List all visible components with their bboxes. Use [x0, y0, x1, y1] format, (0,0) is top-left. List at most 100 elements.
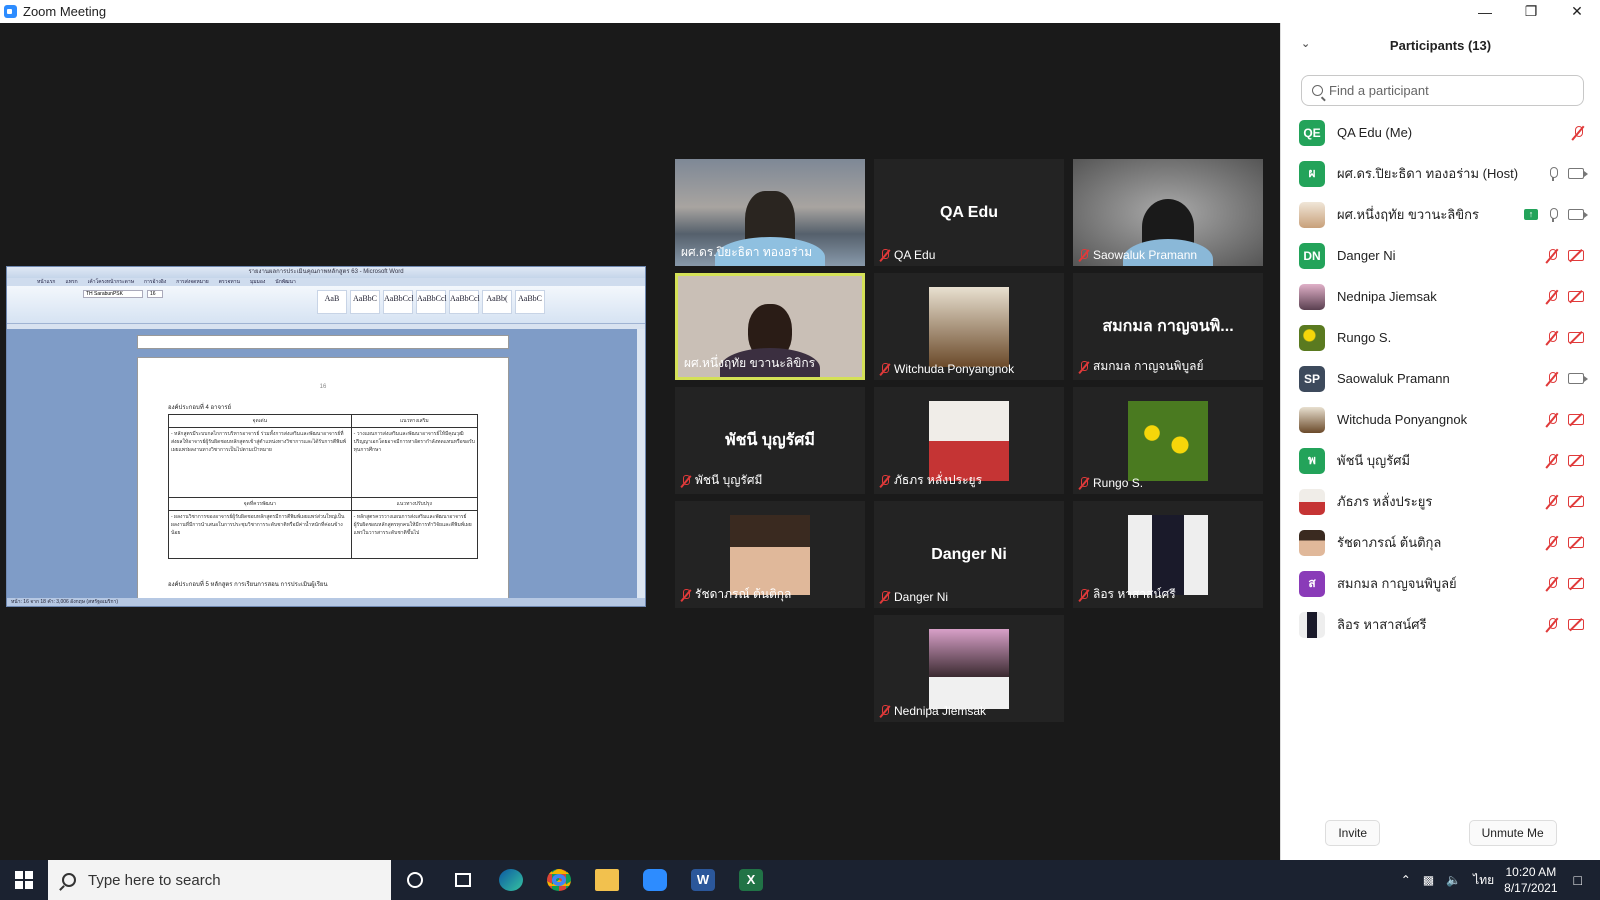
input-language[interactable]: ไทย [1473, 871, 1494, 890]
video-tile[interactable]: QA Edu QA Edu [874, 159, 1064, 266]
zoom-app-icon[interactable] [631, 860, 679, 900]
participant-name: สมกมล กาญจนพิบูลย์ [1337, 576, 1457, 591]
video-tile[interactable]: Danger Ni Danger Ni [874, 501, 1064, 608]
shared-screen[interactable]: รายงานผลการประเมินคุณภาพหลักสูตร 63 - Mi… [6, 266, 646, 607]
participant-row[interactable]: ภัธภร หลั่งประยูร [1281, 481, 1600, 522]
participant-search-input[interactable]: Find a participant [1301, 75, 1584, 106]
avatar [1299, 283, 1325, 310]
chevron-up-icon[interactable]: ⌃ [1401, 873, 1411, 887]
restore-button[interactable]: ❐ [1508, 0, 1554, 23]
video-tile[interactable]: Rungo S. [1073, 387, 1263, 494]
video-tile[interactable]: สมกมล กาญจนพิ... สมกมล กาญจนพิบูลย์ [1073, 273, 1263, 380]
task-view-icon[interactable] [439, 860, 487, 900]
video-tile[interactable]: ผศ.ดร.ปิยะธิดา ทองอร่าม [675, 159, 865, 266]
video-tile[interactable]: Nednipa Jiemsak [874, 615, 1064, 722]
word-app-icon[interactable]: W [679, 860, 727, 900]
excel-app-icon[interactable]: X [727, 860, 775, 900]
participant-row[interactable]: ลิอร หาสาสน์ศรี [1281, 604, 1600, 645]
start-button[interactable] [0, 860, 48, 900]
mic-muted-icon [681, 474, 690, 487]
mic-muted-icon[interactable] [1546, 453, 1558, 468]
video-tile[interactable]: Saowaluk Pramann [1073, 159, 1263, 266]
tile-name: QA Edu [880, 248, 935, 262]
video-tile[interactable]: รัชดาภรณ์ ต้นติกุล [675, 501, 865, 608]
participant-row[interactable]: พ พัชนี บุญรัศมี [1281, 440, 1600, 481]
mic-muted-icon [1079, 360, 1088, 373]
participant-row[interactable]: SP Saowaluk Pramann [1281, 358, 1600, 399]
mic-muted-icon[interactable] [1546, 330, 1558, 345]
mic-muted-icon[interactable] [1546, 617, 1558, 632]
camera-off-icon[interactable] [1568, 578, 1584, 589]
mic-muted-icon[interactable] [1546, 371, 1558, 386]
camera-icon[interactable] [1568, 168, 1588, 179]
video-tile[interactable]: ลิอร หาสาสน์ศรี [1073, 501, 1263, 608]
mic-muted-icon[interactable] [1572, 125, 1584, 140]
network-icon[interactable]: ▩ [1423, 873, 1434, 887]
participant-row[interactable]: Rungo S. [1281, 317, 1600, 358]
participant-row[interactable]: ส สมกมล กาญจนพิบูลย์ [1281, 563, 1600, 604]
mic-muted-icon [880, 363, 889, 375]
avatar: ผ [1299, 160, 1325, 187]
file-explorer-icon[interactable] [583, 860, 631, 900]
camera-off-icon[interactable] [1568, 537, 1584, 548]
camera-off-icon[interactable] [1568, 414, 1584, 425]
participant-row[interactable]: Witchuda Ponyangnok [1281, 399, 1600, 440]
style-swatch: AaB [317, 290, 347, 314]
volume-icon[interactable]: 🔈 [1446, 873, 1461, 887]
table-header: แนวทางเสริม [350, 414, 479, 428]
unmute-me-button[interactable]: Unmute Me [1468, 820, 1557, 846]
video-tile-active-speaker[interactable]: ผศ.หนึ่งฤทัย ขวานะลิขิกร [675, 273, 865, 380]
camera-icon[interactable] [1568, 209, 1588, 220]
table-cell: - หลักสูตรควรวางแผนการส่งเสริมและพัฒนาอา… [350, 510, 479, 559]
avatar-photo [929, 287, 1009, 367]
participant-row[interactable]: ผศ.หนึ่งฤทัย ขวานะลิขิกร ↑ [1281, 194, 1600, 235]
clock[interactable]: 10:20 AM 8/17/2021 [1504, 864, 1557, 896]
camera-off-icon[interactable] [1568, 250, 1584, 261]
notification-icon[interactable]: □ [1574, 872, 1582, 888]
mic-icon[interactable] [1548, 166, 1558, 181]
camera-icon[interactable] [1568, 373, 1588, 384]
cortana-icon[interactable] [391, 860, 439, 900]
mic-muted-icon[interactable] [1546, 248, 1558, 263]
close-button[interactable]: ✕ [1554, 0, 1600, 23]
camera-off-icon[interactable] [1568, 619, 1584, 630]
edge-app-icon[interactable] [487, 860, 535, 900]
invite-button[interactable]: Invite [1325, 820, 1380, 846]
minimize-button[interactable]: — [1462, 0, 1508, 23]
ribbon-tabs: หน้าแรก แทรก เค้าโครงหน้ากระดาษ การอ้างอ… [7, 278, 645, 286]
participant-row[interactable]: ผ ผศ.ดร.ปิยะธิดา ทองอร่าม (Host) [1281, 153, 1600, 194]
taskbar-search-box[interactable]: Type here to search [48, 860, 391, 900]
mic-muted-icon[interactable] [1546, 289, 1558, 304]
video-tile[interactable]: Witchuda Ponyangnok [874, 273, 1064, 380]
camera-off-icon[interactable] [1568, 496, 1584, 507]
font-name-box: TH SarabunPSK [83, 290, 143, 298]
participants-panel: ⌄ Participants (13) Find a participant Q… [1280, 23, 1600, 860]
chevron-down-icon[interactable]: ⌄ [1301, 37, 1310, 50]
windows-logo-icon [15, 871, 33, 889]
participant-name: Witchuda Ponyangnok [1337, 412, 1468, 427]
participant-row[interactable]: รัชดาภรณ์ ต้นติกุล [1281, 522, 1600, 563]
camera-off-icon[interactable] [1568, 455, 1584, 466]
video-tile[interactable]: ภัธภร หลั่งประยูร [874, 387, 1064, 494]
camera-off-icon[interactable] [1568, 332, 1584, 343]
mic-muted-icon[interactable] [1546, 412, 1558, 427]
page-number: 16 [319, 384, 327, 390]
participant-row[interactable]: Nednipa Jiemsak [1281, 276, 1600, 317]
camera-off-icon[interactable] [1568, 291, 1584, 302]
mic-muted-icon[interactable] [1546, 576, 1558, 591]
mic-muted-icon[interactable] [1546, 494, 1558, 509]
mic-muted-icon[interactable] [1546, 535, 1558, 550]
chrome-app-icon[interactable] [535, 860, 583, 900]
word-status-bar: หน้า: 16 จาก 18 คำ: 3,006 อังกฤษ (สหรัฐอ… [7, 598, 645, 606]
participant-name: รัชดาภรณ์ ต้นติกุล [1337, 535, 1442, 550]
participant-row[interactable]: QE QA Edu (Me) [1281, 112, 1600, 153]
ribbon-tab: แทรก [65, 279, 78, 285]
video-tile[interactable]: พัชนี บุญรัศมี พัชนี บุญรัศมี [675, 387, 865, 494]
search-placeholder: Find a participant [1329, 83, 1429, 98]
mic-icon[interactable] [1548, 207, 1558, 222]
ribbon-tab: นักพัฒนา [275, 279, 296, 285]
page-prev [137, 335, 509, 349]
vertical-scrollbar[interactable] [637, 329, 645, 599]
participant-row[interactable]: DN Danger Ni [1281, 235, 1600, 276]
tile-name: พัชนี บุญรัศมี [681, 471, 762, 490]
